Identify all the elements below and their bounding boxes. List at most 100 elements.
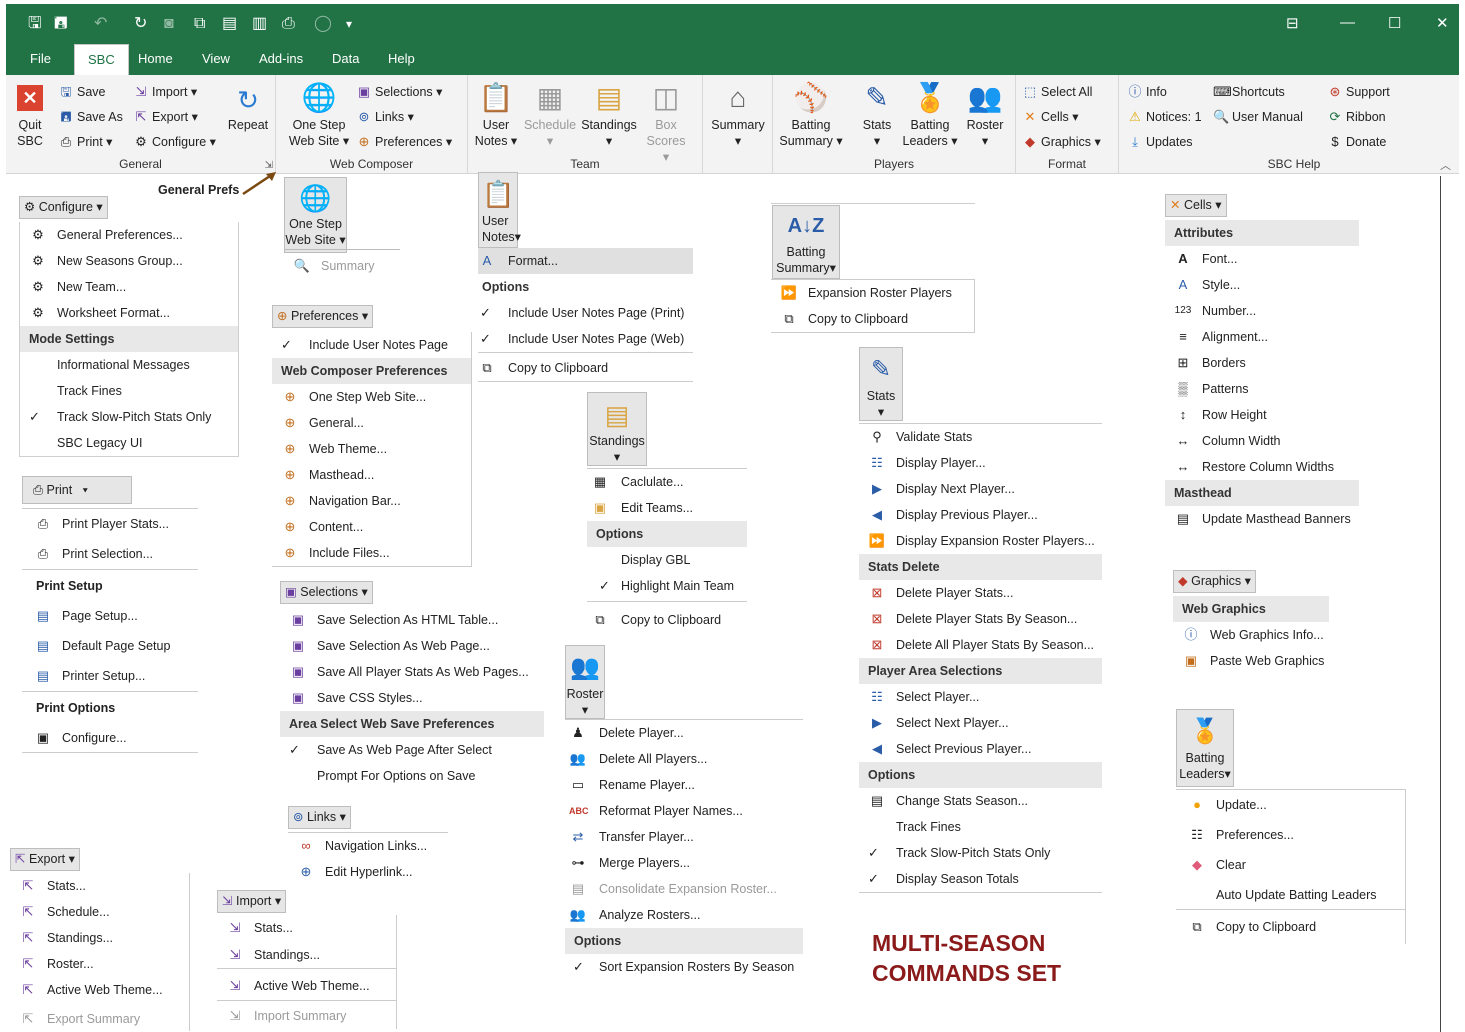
batting-summary-button[interactable]: ⚾ Batting Summary ▾ — [779, 81, 843, 149]
menu-item-import-web-theme[interactable]: ⇲ Active Web Theme... — [217, 969, 396, 1001]
menu-item-edit-teams[interactable]: ▣ Edit Teams... — [587, 495, 747, 521]
menu-item-delete-player[interactable]: ♟ Delete Player... — [565, 720, 803, 746]
menu-item-auto-update[interactable]: Auto Update Batting Leaders — [1176, 880, 1405, 910]
one-step-web-site-button[interactable]: 🌐 One Step Web Site ▾ — [284, 81, 354, 149]
menu-item-printer-setup[interactable]: ▤ Printer Setup... — [22, 661, 198, 691]
menu-item-print-player-stats[interactable]: ⎙ Print Player Stats... — [22, 509, 198, 539]
menu-item-include-web[interactable]: ✓ Include User Notes Page (Web) — [478, 326, 693, 352]
tab-home[interactable]: Home — [138, 51, 173, 66]
menu-item-display-gbl[interactable]: Display GBL — [587, 547, 747, 573]
tab-help[interactable]: Help — [388, 51, 415, 66]
menu-item-save-after-select[interactable]: ✓ Save As Web Page After Select — [280, 737, 544, 763]
box-scores-button[interactable]: ◫ Box Scores ▾ — [642, 81, 690, 165]
menu-item-export-standings[interactable]: ⇱ Standings... — [10, 925, 189, 951]
menu-item-display-expansion[interactable]: ⏩ Display Expansion Roster Players... — [859, 528, 1102, 554]
maximize-icon[interactable]: ☐ — [1388, 14, 1401, 32]
select-all-button[interactable]: ⬚ Select All — [1022, 84, 1093, 100]
menu-item-copy-clipboard[interactable]: ⧉ Copy to Clipboard — [1176, 910, 1405, 944]
quit-button[interactable]: ✕ Quit SBC — [12, 85, 48, 149]
stats-button[interactable]: ✎ Stats ▾ — [859, 347, 903, 421]
menu-item-new-seasons-group[interactable]: ⚙ New Seasons Group... — [20, 248, 238, 274]
menu-item-paste-web-graphics[interactable]: ▣ Paste Web Graphics — [1173, 648, 1329, 674]
menu-item-copy-clipboard[interactable]: ⧉ Copy to Clipboard — [478, 352, 693, 382]
camera-icon[interactable]: ◙ — [164, 14, 174, 34]
menu-item-edit-hyperlink[interactable]: ⊕ Edit Hyperlink... — [288, 859, 448, 885]
menu-item-save-html-table[interactable]: ▣ Save Selection As HTML Table... — [280, 607, 544, 633]
configure-split-button[interactable]: ⚙ Configure ▾ — [19, 196, 108, 219]
menu-item-patterns[interactable]: ▒ Patterns — [1165, 376, 1359, 402]
donate-button[interactable]: $ Donate — [1327, 134, 1386, 150]
menu-item-track-slow-pitch[interactable]: ✓ Track Slow-Pitch Stats Only — [20, 404, 238, 430]
updates-button[interactable]: ⤓ Updates — [1127, 134, 1192, 150]
menu-item-transfer-player[interactable]: ⇄ Transfer Player... — [565, 824, 803, 850]
cells-split-button[interactable]: ✕ Cells ▾ — [1165, 194, 1227, 217]
import-button[interactable]: ⇲ Import ▾ — [133, 84, 198, 100]
support-button[interactable]: ⊛ Support — [1327, 84, 1390, 100]
menu-item-track-slow-pitch[interactable]: ✓ Track Slow-Pitch Stats Only — [859, 840, 1102, 866]
shortcuts-button[interactable]: ⌨Shortcuts — [1213, 84, 1285, 100]
menu-item-export-roster[interactable]: ⇱ Roster... — [10, 951, 189, 977]
selections-split-button[interactable]: ▣ Selections ▾ — [280, 581, 373, 604]
graphics-split-button[interactable]: ◆ Graphics ▾ — [1173, 570, 1256, 593]
user-manual-button[interactable]: 🔍 User Manual — [1213, 109, 1303, 125]
print-icon[interactable]: ⎙ — [282, 14, 295, 34]
tab-sbc[interactable]: SBC — [74, 44, 129, 75]
menu-item-select-previous-player[interactable]: ◀ Select Previous Player... — [859, 736, 1102, 762]
menu-item-sbc-legacy-ui[interactable]: SBC Legacy UI — [20, 430, 238, 456]
menu-item-summary[interactable]: 🔍 Summary — [284, 253, 404, 279]
menu-item-content[interactable]: ⊕ Content... — [272, 514, 471, 540]
close-icon[interactable]: ✕ — [1436, 14, 1449, 32]
menu-item-delete-player-stats[interactable]: ⊠ Delete Player Stats... — [859, 580, 1102, 606]
menu-item-sort-expansion[interactable]: ✓ Sort Expansion Rosters By Season — [565, 954, 803, 980]
batting-leaders-button[interactable]: 🏅 Batting Leaders▾ — [1176, 709, 1234, 787]
menu-item-save-all-player-stats[interactable]: ▣ Save All Player Stats As Web Pages... — [280, 659, 544, 685]
batting-summary-button[interactable]: A↓Z Batting Summary▾ — [772, 205, 840, 279]
tab-add-ins[interactable]: Add-ins — [259, 51, 303, 66]
menu-item-web-theme[interactable]: ⊕ Web Theme... — [272, 436, 471, 462]
preferences-split-button[interactable]: ⊕ Preferences ▾ — [272, 305, 374, 328]
menu-item-highlight-main-team[interactable]: ✓ Highlight Main Team — [587, 573, 747, 601]
standings-button[interactable]: ▤ Standings ▾ — [580, 81, 638, 149]
menu-item-default-page-setup[interactable]: ▤ Default Page Setup — [22, 631, 198, 661]
menu-item-include-user-notes[interactable]: ✓ Include User Notes Page — [272, 332, 471, 358]
menu-item-export-web-theme[interactable]: ⇱ Active Web Theme... — [10, 977, 189, 1003]
batting-leaders-button[interactable]: 🏅 Batting Leaders ▾ — [901, 81, 959, 149]
paste-icon[interactable]: ▤ — [222, 14, 237, 34]
menu-item-new-team[interactable]: ⚙ New Team... — [20, 274, 238, 300]
save-button[interactable]: 🖫 Save — [58, 84, 105, 100]
undo-icon[interactable]: ↶ — [94, 14, 107, 34]
menu-item-worksheet-format[interactable]: ⚙ Worksheet Format... — [20, 300, 238, 326]
menu-item-one-step-web-site[interactable]: ⊕ One Step Web Site... — [272, 384, 471, 410]
menu-item-export-schedule[interactable]: ⇱ Schedule... — [10, 899, 189, 925]
menu-item-delete-all-stats-by-season[interactable]: ⊠ Delete All Player Stats By Season... — [859, 632, 1102, 658]
menu-item-print-selection[interactable]: ⎙ Print Selection... — [22, 539, 198, 569]
menu-item-update-masthead[interactable]: ▤ Update Masthead Banners — [1165, 506, 1359, 532]
menu-item-select-next-player[interactable]: ▶ Select Next Player... — [859, 710, 1102, 736]
menu-item-delete-stats-by-season[interactable]: ⊠ Delete Player Stats By Season... — [859, 606, 1102, 632]
menu-item-general[interactable]: ⊕ General... — [272, 410, 471, 436]
repeat-button[interactable]: ↻ Repeat — [224, 85, 272, 133]
tab-file[interactable]: File — [30, 51, 51, 66]
links-split-button[interactable]: ⊚ Links ▾ — [288, 806, 351, 829]
menu-item-export-summary[interactable]: ⇱ Export Summary — [10, 1003, 189, 1031]
configure-button[interactable]: ⚙ Configure ▾ — [133, 134, 216, 150]
menu-item-consolidate-expansion[interactable]: ▤ Consolidate Expansion Roster... — [565, 876, 803, 902]
save-as-button[interactable]: 🖪 Save As — [58, 109, 122, 125]
menu-item-font[interactable]: A Font... — [1165, 246, 1359, 272]
menu-item-prompt-options[interactable]: Prompt For Options on Save — [280, 763, 544, 789]
summary-button[interactable]: ⌂ Summary ▾ — [705, 81, 771, 149]
menu-item-update[interactable]: ● Update... — [1176, 790, 1405, 820]
menu-item-alignment[interactable]: ≡ Alignment... — [1165, 324, 1359, 350]
menu-item-analyze-rosters[interactable]: 👥 Analyze Rosters... — [565, 902, 803, 928]
menu-item-save-web-page[interactable]: ▣ Save Selection As Web Page... — [280, 633, 544, 659]
export-split-button[interactable]: ⇱ Export ▾ — [10, 848, 80, 871]
paste-special-icon[interactable]: ▥ — [252, 14, 267, 34]
user-notes-button[interactable]: 📋 User Notes▾ — [478, 172, 521, 248]
menu-item-save-css-styles[interactable]: ▣ Save CSS Styles... — [280, 685, 544, 711]
menu-item-copy-clipboard[interactable]: ⧉ Copy to Clipboard — [587, 601, 747, 633]
menu-item-restore-column-widths[interactable]: ↔ Restore Column Widths — [1165, 454, 1359, 480]
menu-item-import-stats[interactable]: ⇲ Stats... — [217, 915, 396, 942]
menu-item-display-player[interactable]: ☷ Display Player... — [859, 450, 1102, 476]
cells-button[interactable]: ✕ Cells ▾ — [1022, 109, 1079, 125]
menu-item-style[interactable]: A Style... — [1165, 272, 1359, 298]
